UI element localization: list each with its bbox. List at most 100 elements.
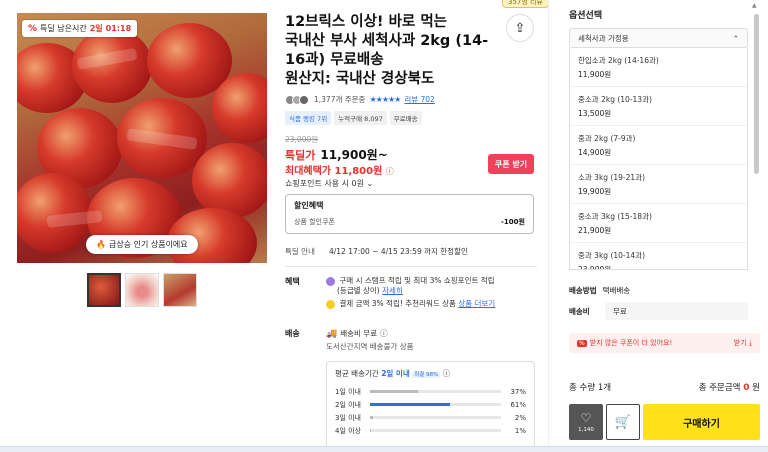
thumbnail-3[interactable]	[163, 273, 197, 307]
ship-method-value: 택배배송	[602, 286, 631, 295]
percent-icon: %	[28, 23, 38, 34]
coupon-button[interactable]: 쿠폰 받기	[488, 154, 534, 174]
info-icon[interactable]: ⓘ	[386, 167, 394, 176]
free-shipping-chip: 무료배송	[389, 111, 422, 125]
buyer-avatars	[285, 94, 309, 105]
option-item[interactable]: 중소과 2kg (10-13과) 13,500원	[570, 87, 747, 126]
option-item[interactable]: 중과 3kg (10-14과) 23,900원	[570, 243, 747, 270]
avatar	[299, 94, 309, 105]
option-price: 23,900원	[578, 265, 612, 270]
reward-more-link[interactable]: 상품 더보기	[458, 299, 495, 308]
ranking-chip[interactable]: 식품 랭킹 7위	[285, 111, 332, 125]
reward-coin-icon	[326, 299, 335, 309]
option-select[interactable]: 세척사과 가정용 ⌃	[569, 28, 748, 48]
deal-price-label: 특딜가	[285, 149, 316, 162]
chevron-up-icon: ⌃	[732, 33, 739, 43]
timer-days: 2일	[89, 24, 103, 33]
thumbnail-2[interactable]	[125, 273, 159, 307]
delivery-header: 평균 배송기간 2일 이내 최결 98% ⓘ	[335, 368, 526, 379]
dist-label: 1일 이내	[335, 387, 361, 396]
option-price: 14,900원	[578, 148, 612, 157]
ship-method-label: 배송방법	[569, 286, 597, 295]
title-line-2: 국내산 부사 세척사과 2kg (14-	[285, 33, 489, 49]
shipping-free: 배송비 무료	[340, 329, 378, 338]
dist-label: 4일 이상	[335, 426, 361, 435]
download-icon: ⤓	[748, 339, 752, 347]
option-price: 21,900원	[578, 226, 612, 235]
delivery-stats-box: 평균 배송기간 2일 이내 최결 98% ⓘ 1일 이내 37% 2일 이내 61% 3…	[326, 361, 535, 449]
dist-bar-fill	[370, 390, 419, 393]
product-main-image[interactable]	[17, 13, 267, 263]
review-link[interactable]: 리뷰 702	[404, 94, 435, 105]
qty-label: 총 수량	[569, 383, 596, 393]
dist-value: 61%	[510, 400, 526, 409]
divider	[285, 266, 537, 267]
sale-period-row: 특딜 안내 4/12 17:00 ~ 4/15 23:59 까지 한정할인	[285, 246, 468, 257]
total-value: 0	[743, 383, 750, 393]
order-count: 1,377개 주문중	[314, 95, 366, 104]
dist-bar	[370, 429, 501, 432]
ship-fee-label: 배송비	[569, 307, 590, 316]
avg-tag: 최결 98%	[412, 372, 441, 378]
option-name: 중과 3kg (10-14과)	[578, 251, 645, 260]
delivery-dist-row: 4일 이상 1%	[335, 424, 526, 437]
info-icon[interactable]: ⓘ	[380, 328, 388, 339]
thumbnail-1[interactable]	[87, 273, 121, 307]
option-name: 중과 2kg (7-9과)	[578, 134, 636, 143]
points-label: 쇼핑포인트 사용 시 0원	[285, 179, 364, 188]
option-price: 11,900원	[578, 70, 612, 79]
ship-fee-value: 무료	[605, 302, 748, 320]
truck-icon: 🚚	[326, 328, 338, 339]
coupon-tag-icon: %	[577, 340, 587, 347]
scroll-up-arrow[interactable]: ▲	[752, 2, 757, 9]
option-name: 한입소과 2kg (14-16과)	[578, 56, 659, 65]
cumulative-purchase-chip: 누적구매 8,097	[334, 111, 387, 125]
trending-label: 급상승 인기 상품이에요	[108, 240, 188, 249]
benefit-line1b: (등급별 상이)	[337, 286, 380, 295]
option-price: 13,500원	[578, 109, 612, 118]
total-label: 총 주문금액	[698, 383, 741, 393]
title-line-3: 16과) 무료배송	[285, 52, 384, 68]
product-title: 12브릭스 이상! 바로 먹는 국내산 부사 세척사과 2kg (14- 16과…	[285, 13, 495, 89]
share-icon: ⇪	[514, 20, 526, 36]
title-line-4: 원산지: 국내산 경상북도	[285, 71, 435, 87]
option-item[interactable]: 중과 2kg (7-9과) 14,900원	[570, 126, 747, 165]
coupon-banner-text: 받지 않은 쿠폰이 더 있어요!	[589, 339, 673, 347]
option-name: 중소과 2kg (10-13과)	[578, 95, 652, 104]
max-benefit-price: 11,800원	[334, 166, 383, 177]
cart-button[interactable]: 🛒	[606, 404, 640, 440]
dist-value: 1%	[514, 426, 526, 435]
unclaimed-coupon-banner[interactable]: % 받지 않은 쿠폰이 더 있어요! 받기 ⤓	[569, 333, 760, 353]
benefit-reward: 결제 금액 3% 적립! 추천리워드 상품 상품 더보기	[326, 299, 536, 309]
points-dropdown[interactable]: 쇼핑포인트 사용 시 0원 ⌄	[285, 178, 373, 189]
max-benefit-row: 최대혜택가 11,800원 ⓘ	[285, 162, 394, 177]
benefit-line2: 결제 금액 3% 적립! 추천리워드 상품	[339, 299, 456, 308]
benefits-label: 혜택	[285, 277, 300, 286]
product-page: % 특딜 남은시간 2일 01:18 🔥 급상승 인기 상품이에요 357명 리…	[0, 0, 768, 452]
cart-icon: 🛒	[614, 414, 632, 430]
order-summary: 총 수량 1개 총 주문금액 0 원	[569, 381, 760, 393]
buy-button[interactable]: 구매하기	[643, 404, 760, 440]
fire-icon: 🔥	[96, 240, 106, 249]
option-item[interactable]: 소과 3kg (19-21과) 19,900원	[570, 165, 747, 204]
shipping-label: 배송	[285, 329, 300, 338]
badge-chips: 식품 랭킹 7위 누적구매 8,097 무료배송	[285, 111, 422, 125]
deal-timer-badge: % 특딜 남은시간 2일 01:18	[22, 20, 138, 37]
avg-title: 평균 배송기간	[335, 369, 379, 378]
wishlist-button[interactable]: ♡ 1,140	[569, 404, 603, 440]
scrollbar-thumb[interactable]	[754, 14, 759, 174]
option-name: 중소과 3kg (15-18과)	[578, 212, 652, 221]
benefit-stamp: 구매 시 스탬프 적립 및 최대 3% 쇼핑포인트 적립 (등급별 상이) 자세…	[326, 276, 536, 296]
title-line-1: 12브릭스 이상! 바로 먹는	[285, 14, 447, 30]
option-item[interactable]: 중소과 3kg (15-18과) 21,900원	[570, 204, 747, 243]
share-button[interactable]: ⇪	[506, 14, 534, 42]
deal-price: 11,900원~	[320, 148, 388, 162]
dist-bar-fill	[370, 403, 450, 406]
dist-bar	[370, 403, 501, 406]
like-count: 1,140	[578, 427, 594, 433]
delivery-distribution: 1일 이내 37% 2일 이내 61% 3일 이내 2% 4일 이상 1%	[335, 385, 526, 437]
timer-time: 01:18	[105, 24, 132, 33]
benefit-detail-link[interactable]: 자세히	[382, 286, 403, 295]
option-item[interactable]: 한입소과 2kg (14-16과) 11,900원	[570, 48, 747, 87]
info-icon[interactable]: ⓘ	[443, 369, 451, 378]
